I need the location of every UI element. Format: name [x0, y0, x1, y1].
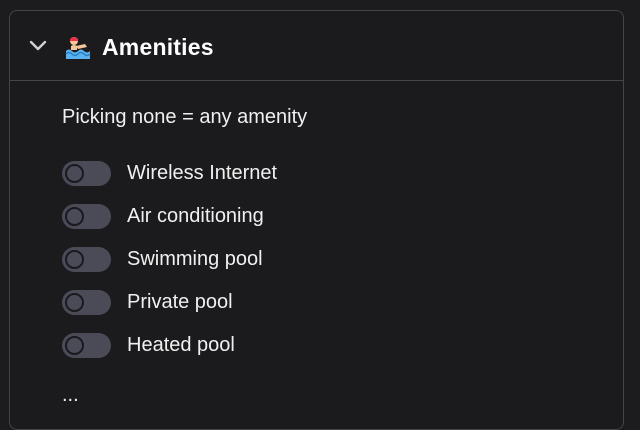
amenity-option-air-conditioning[interactable]: Air conditioning — [62, 202, 264, 230]
toggle-switch[interactable] — [62, 332, 111, 358]
amenity-label: Swimming pool — [127, 248, 263, 270]
toggle-knob — [65, 206, 84, 226]
amenities-hint: Picking none = any amenity — [62, 106, 308, 128]
more-indicator: ... — [62, 384, 79, 406]
amenity-option-swimming-pool[interactable]: Swimming pool — [62, 245, 263, 273]
amenity-label: Air conditioning — [127, 205, 264, 227]
toggle-knob — [65, 249, 84, 269]
section-title: Amenities — [102, 34, 214, 60]
amenities-header[interactable]: Amenities — [10, 11, 623, 81]
toggle-switch[interactable] — [62, 203, 111, 229]
amenity-label: Private pool — [127, 291, 233, 313]
toggle-switch[interactable] — [62, 289, 111, 315]
toggle-knob — [65, 163, 84, 183]
amenity-option-private-pool[interactable]: Private pool — [62, 288, 233, 316]
amenities-panel: Amenities Picking none = any amenity Wir… — [9, 10, 624, 430]
chevron-down-icon[interactable] — [28, 36, 48, 56]
amenity-option-heated-pool[interactable]: Heated pool — [62, 331, 235, 359]
amenity-option-wireless-internet[interactable]: Wireless Internet — [62, 159, 277, 187]
swimmer-emoji-icon — [65, 37, 91, 59]
toggle-switch[interactable] — [62, 160, 111, 186]
amenity-label: Heated pool — [127, 334, 235, 356]
toggle-knob — [65, 335, 84, 355]
toggle-knob — [65, 292, 84, 312]
amenity-label: Wireless Internet — [127, 162, 278, 184]
toggle-switch[interactable] — [62, 246, 111, 272]
